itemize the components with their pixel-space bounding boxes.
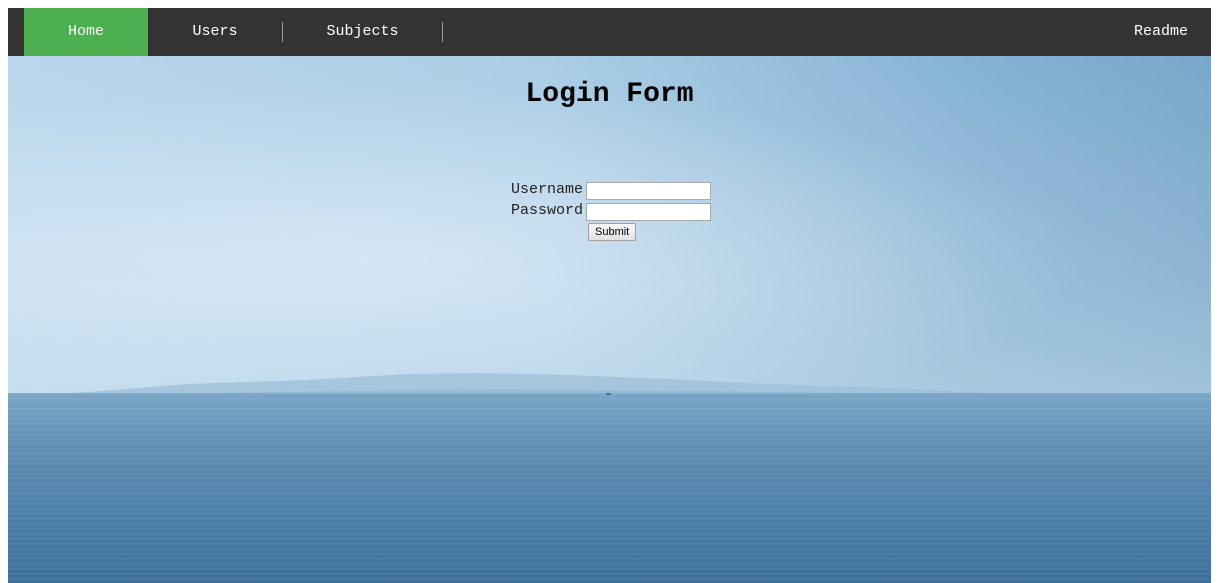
password-input[interactable] [586,203,711,221]
nav-readme[interactable]: Readme [1111,8,1211,56]
submit-button[interactable]: Submit [588,223,637,241]
username-label: Username [510,181,583,198]
nav-subjects[interactable]: Subjects [283,8,442,56]
ocean-background-image [8,56,1211,583]
page: Home Users Subjects Readme Login Form Us… [8,8,1211,583]
nav-home[interactable]: Home [24,8,148,56]
nav-users[interactable]: Users [148,8,282,56]
username-input[interactable] [586,182,711,200]
boat [606,393,611,395]
sea [8,393,1211,583]
top-navbar: Home Users Subjects Readme [8,8,1211,56]
nav-separator [442,22,443,42]
page-title: Login Form [525,79,694,110]
password-label: Password [510,202,583,219]
